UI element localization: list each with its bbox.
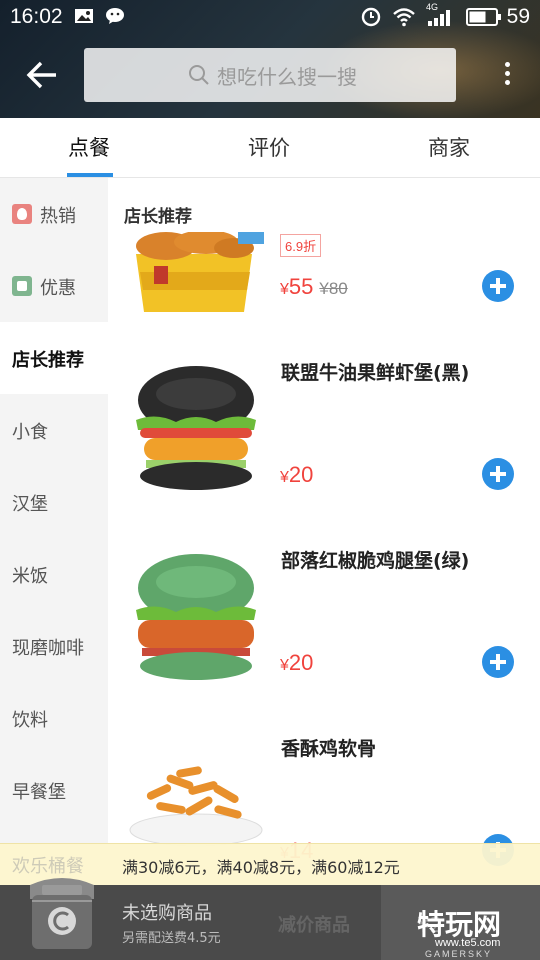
tab-order[interactable]: 点餐 [68, 132, 110, 162]
product-name: 香酥鸡软骨 [281, 738, 377, 760]
price: ¥20 [280, 462, 314, 487]
status-bar: 16:02 4G 59 [0, 0, 540, 34]
fried-chicken-cartilage-image [129, 766, 263, 847]
cart-status: 未选购商品 [122, 903, 212, 924]
sidebar-item-label: 店长推荐 [12, 350, 84, 371]
sidebar-item-breakfast[interactable]: 早餐堡 [0, 754, 108, 826]
add-to-cart-button[interactable] [482, 646, 514, 678]
battery-icon [466, 8, 501, 26]
category-sidebar: 热销 优惠 店长推荐 小食 汉堡 米饭 现磨咖啡 饮料 早餐堡 [0, 178, 108, 885]
sidebar-item-burgers[interactable]: 汉堡 [0, 466, 108, 538]
wechat-notification-icon [106, 8, 124, 24]
sidebar-item-label: 优惠 [40, 278, 76, 299]
active-tab-indicator [67, 173, 113, 177]
tab-bar: 点餐 评价 商家 [0, 118, 540, 178]
sidebar-item-label: 汉堡 [12, 494, 48, 515]
sidebar-item-coffee[interactable]: 现磨咖啡 [0, 610, 108, 682]
flame-icon [12, 204, 32, 224]
back-arrow-icon[interactable] [26, 58, 60, 92]
signal-icon [428, 10, 450, 26]
watermark-url: www.te5.com [435, 937, 501, 949]
product-list: 店长推荐 6.9折 ¥55 ¥80 联盟牛油果鲜虾堡(黑) ¥20 部落红椒脆鸡… [108, 178, 540, 885]
product-name: 联盟牛油果鲜虾堡(黑) [281, 362, 470, 384]
sidebar-item-drinks[interactable]: 饮料 [0, 682, 108, 754]
add-to-cart-button[interactable] [482, 270, 514, 302]
more-options-icon[interactable] [500, 60, 514, 90]
sidebar-item-discount[interactable]: 优惠 [0, 250, 108, 322]
status-time: 16:02 [10, 5, 63, 28]
sidebar-item-label: 饮料 [12, 710, 48, 731]
search-input[interactable]: 想吃什么搜一搜 [84, 48, 456, 102]
price: ¥55 ¥80 [280, 274, 348, 299]
sidebar-item-label: 热销 [40, 206, 76, 227]
watermark-tag: GAMERSKY [425, 949, 493, 959]
fried-chicken-bucket-image [136, 232, 264, 312]
gallery-notification-icon [75, 9, 93, 23]
tab-reviews[interactable]: 评价 [248, 132, 290, 162]
sidebar-item-hot[interactable]: 热销 [0, 178, 108, 250]
black-burger-image [136, 366, 256, 490]
alarm-icon [361, 7, 381, 27]
sidebar-item-rice[interactable]: 米饭 [0, 538, 108, 610]
section-title: 店长推荐 [124, 207, 192, 227]
search-placeholder: 想吃什么搜一搜 [217, 65, 357, 89]
sidebar-item-label: 现磨咖啡 [12, 638, 84, 659]
sidebar-item-snacks[interactable]: 小食 [0, 394, 108, 466]
tab-merchant[interactable]: 商家 [428, 132, 470, 162]
hidden-label: 减价商品 [278, 915, 350, 936]
product-name: 部落红椒脆鸡腿堡(绿) [281, 550, 470, 572]
sidebar-item-label: 小食 [12, 422, 48, 443]
discount-icon [12, 276, 32, 296]
checkout-button[interactable]: ¥2 特玩网 www.te5.com GAMERSKY [381, 885, 540, 960]
promotion-text: 满30减6元，满40减8元，满60减12元 [122, 858, 400, 877]
discount-badge: 6.9折 [280, 234, 322, 257]
price: ¥20 [280, 650, 314, 675]
green-burger-image [136, 554, 256, 680]
sidebar-item-manager-picks[interactable]: 店长推荐 [0, 322, 108, 394]
original-price: ¥80 [319, 279, 348, 298]
top-header: 16:02 4G 59 想吃什么搜一搜 [0, 0, 540, 118]
search-icon [189, 65, 209, 85]
sidebar-item-label: 早餐堡 [12, 782, 66, 803]
shopping-basket-icon[interactable] [26, 865, 98, 951]
sidebar-item-label: 米饭 [12, 566, 48, 587]
cart-bar: 减价商品 未选购商品 另需配送费4.5元 ¥2 特玩网 www.te5.com … [0, 878, 540, 960]
wifi-icon [393, 8, 415, 27]
add-to-cart-button[interactable] [482, 458, 514, 490]
battery-percent: 59 [506, 5, 530, 28]
delivery-fee: 另需配送费4.5元 [122, 931, 221, 946]
